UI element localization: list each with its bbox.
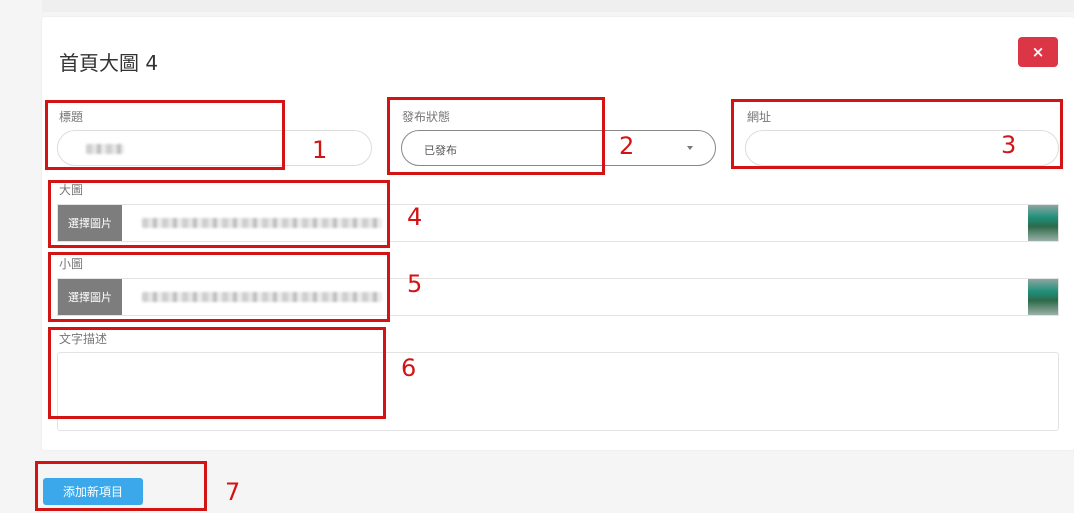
annotation-number-3: 3 — [1001, 131, 1017, 159]
annotation-box-5 — [48, 252, 390, 322]
large-image-thumbnail — [1028, 205, 1058, 241]
close-icon: × — [1031, 43, 1045, 61]
annotation-box-7 — [35, 461, 207, 511]
annotation-box-6 — [48, 327, 386, 419]
card-title: 首頁大圖 4 — [59, 51, 159, 75]
annotation-box-2 — [387, 97, 605, 175]
small-image-thumbnail — [1028, 279, 1058, 315]
annotation-number-7: 7 — [225, 478, 241, 506]
top-strip — [42, 0, 1074, 12]
annotation-box-4 — [48, 180, 390, 248]
annotation-number-2: 2 — [619, 132, 635, 160]
annotation-number-5: 5 — [407, 270, 423, 298]
annotation-number-4: 4 — [407, 203, 423, 231]
annotation-number-1: 1 — [312, 136, 328, 164]
chevron-down-icon — [687, 146, 693, 150]
close-button[interactable]: × — [1018, 37, 1058, 67]
annotation-box-1 — [45, 100, 285, 170]
annotation-number-6: 6 — [401, 354, 417, 382]
